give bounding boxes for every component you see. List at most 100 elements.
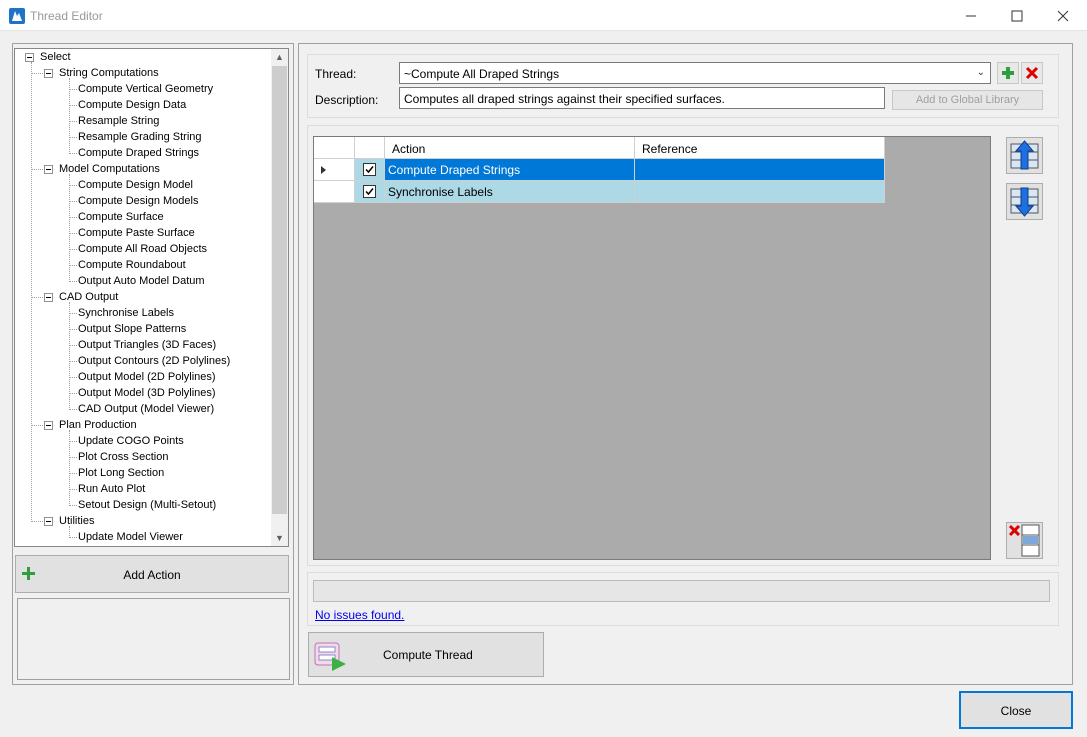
maximize-button[interactable] <box>994 0 1040 30</box>
tree-item[interactable]: Setout Design (Multi-Setout) <box>78 498 216 512</box>
row-1-reference-cell[interactable] <box>635 159 885 181</box>
chevron-down-icon[interactable]: ⌄ <box>977 67 985 78</box>
actions-grid[interactable]: Action Reference Compute Draped Strings … <box>313 136 991 560</box>
tree-group[interactable]: Utilities <box>59 514 94 528</box>
collapse-icon[interactable] <box>44 293 53 302</box>
tree-group[interactable]: Model Computations <box>59 162 160 176</box>
app-icon <box>9 8 25 24</box>
tree-connector <box>69 105 77 106</box>
tree-item[interactable]: Update COGO Points <box>78 434 184 448</box>
tree-connector <box>31 62 32 522</box>
tree-connector <box>69 137 77 138</box>
tree-item[interactable]: Compute Vertical Geometry <box>78 82 213 96</box>
current-row-icon <box>321 166 326 174</box>
move-down-button[interactable] <box>1006 183 1043 220</box>
row-selector-2[interactable] <box>314 181 355 203</box>
tree-connector <box>69 393 77 394</box>
tree-item[interactable]: Compute Draped Strings <box>78 146 199 160</box>
compute-thread-icon <box>314 642 346 671</box>
scroll-down-icon[interactable]: ▼ <box>275 533 284 543</box>
row-2-reference-cell[interactable] <box>635 181 885 203</box>
row-1-checkbox[interactable] <box>363 163 376 176</box>
tree-item[interactable]: CAD Output (Model Viewer) <box>78 402 214 416</box>
collapse-icon[interactable] <box>44 165 53 174</box>
delete-row-icon <box>1008 524 1040 557</box>
grid-header-reference[interactable]: Reference <box>635 137 885 159</box>
tree-connector <box>69 457 77 458</box>
compute-thread-button[interactable]: Compute Thread <box>308 632 544 677</box>
tree-item[interactable]: Output Contours (2D Polylines) <box>78 354 230 368</box>
thread-select[interactable]: ~Compute All Draped Strings ⌄ <box>399 62 991 84</box>
tree-scrollbar[interactable]: ▲ ▼ <box>271 49 288 546</box>
tree-item[interactable]: Compute Roundabout <box>78 258 186 272</box>
tree-connector <box>69 217 77 218</box>
tree-connector <box>31 425 43 426</box>
minimize-button[interactable] <box>948 0 994 30</box>
tree-item[interactable]: Compute Design Models <box>78 194 198 208</box>
tree-root[interactable]: Select <box>40 50 71 64</box>
tree-item[interactable]: Output Auto Model Datum <box>78 274 205 288</box>
add-action-button[interactable]: Add Action <box>15 555 289 593</box>
close-button[interactable]: Close <box>959 691 1073 729</box>
tree-item[interactable]: Run Auto Plot <box>78 482 145 496</box>
row-1-action-cell[interactable]: Compute Draped Strings <box>385 159 635 181</box>
tree-connector <box>69 489 77 490</box>
tree-item[interactable]: Update Model Viewer <box>78 530 183 544</box>
add-to-global-library-button[interactable]: Add to Global Library <box>892 90 1043 110</box>
thread-label: Thread: <box>315 67 357 81</box>
description-field[interactable]: Computes all draped strings against thei… <box>399 87 885 109</box>
tree-connector <box>31 297 43 298</box>
scroll-up-icon[interactable]: ▲ <box>275 52 284 62</box>
tree-connector <box>31 73 43 74</box>
close-window-button[interactable] <box>1040 0 1086 30</box>
tree-connector <box>69 409 77 410</box>
collapse-icon[interactable] <box>44 69 53 78</box>
tree-item[interactable]: Compute All Road Objects <box>78 242 207 256</box>
tree-item[interactable]: Compute Design Data <box>78 98 186 112</box>
tree-connector <box>31 169 43 170</box>
tree-item[interactable]: Output Triangles (3D Faces) <box>78 338 216 352</box>
row-2-action-cell[interactable]: Synchronise Labels <box>385 181 635 203</box>
action-description-box <box>17 598 290 680</box>
move-up-button[interactable] <box>1006 137 1043 174</box>
collapse-icon[interactable] <box>25 53 34 62</box>
tree-connector <box>69 441 77 442</box>
tree-group[interactable]: Plan Production <box>59 418 137 432</box>
tree-connector <box>69 78 70 154</box>
tree-item[interactable]: Compute Design Model <box>78 178 193 192</box>
tree-item[interactable]: Compute Surface <box>78 210 164 224</box>
add-thread-button[interactable] <box>997 62 1019 84</box>
tree-item[interactable]: Plot Cross Section <box>78 450 168 464</box>
grid-header-action[interactable]: Action <box>385 137 635 159</box>
tree-item[interactable]: Plot Long Section <box>78 466 164 480</box>
tree-connector <box>69 121 77 122</box>
tree-item[interactable]: Output Model (3D Polylines) <box>78 386 216 400</box>
close-button-label: Close <box>1000 704 1032 718</box>
action-tree[interactable]: Select String Computations Compute Vertica… <box>14 48 289 547</box>
tree-item[interactable]: Resample String <box>78 114 159 128</box>
tree-item[interactable]: Resample Grading String <box>78 130 202 144</box>
delete-action-button[interactable] <box>1006 522 1043 559</box>
row-selector-1[interactable] <box>314 159 355 181</box>
row-1-checkbox-cell[interactable] <box>355 159 385 181</box>
tree-item[interactable]: Synchronise Labels <box>78 306 174 320</box>
tree-group[interactable]: CAD Output <box>59 290 118 304</box>
grid-row-header-corner <box>314 137 355 159</box>
tree-connector <box>69 265 77 266</box>
row-2-checkbox-cell[interactable] <box>355 181 385 203</box>
collapse-icon[interactable] <box>44 517 53 526</box>
collapse-icon[interactable] <box>44 421 53 430</box>
scroll-thumb[interactable] <box>272 66 287 514</box>
tree-connector <box>69 505 77 506</box>
tree-group[interactable]: String Computations <box>59 66 159 80</box>
tree-item[interactable]: Output Model (2D Polylines) <box>78 370 216 384</box>
tree-item[interactable]: Output Slope Patterns <box>78 322 186 336</box>
tree-connector <box>69 361 77 362</box>
row-2-checkbox[interactable] <box>363 185 376 198</box>
delete-thread-button[interactable] <box>1021 62 1043 84</box>
grid-check-header <box>355 137 385 159</box>
tree-connector <box>69 302 70 410</box>
compute-thread-label: Compute Thread <box>383 648 473 662</box>
tree-item[interactable]: Compute Paste Surface <box>78 226 195 240</box>
issues-link[interactable]: No issues found. <box>315 608 404 622</box>
